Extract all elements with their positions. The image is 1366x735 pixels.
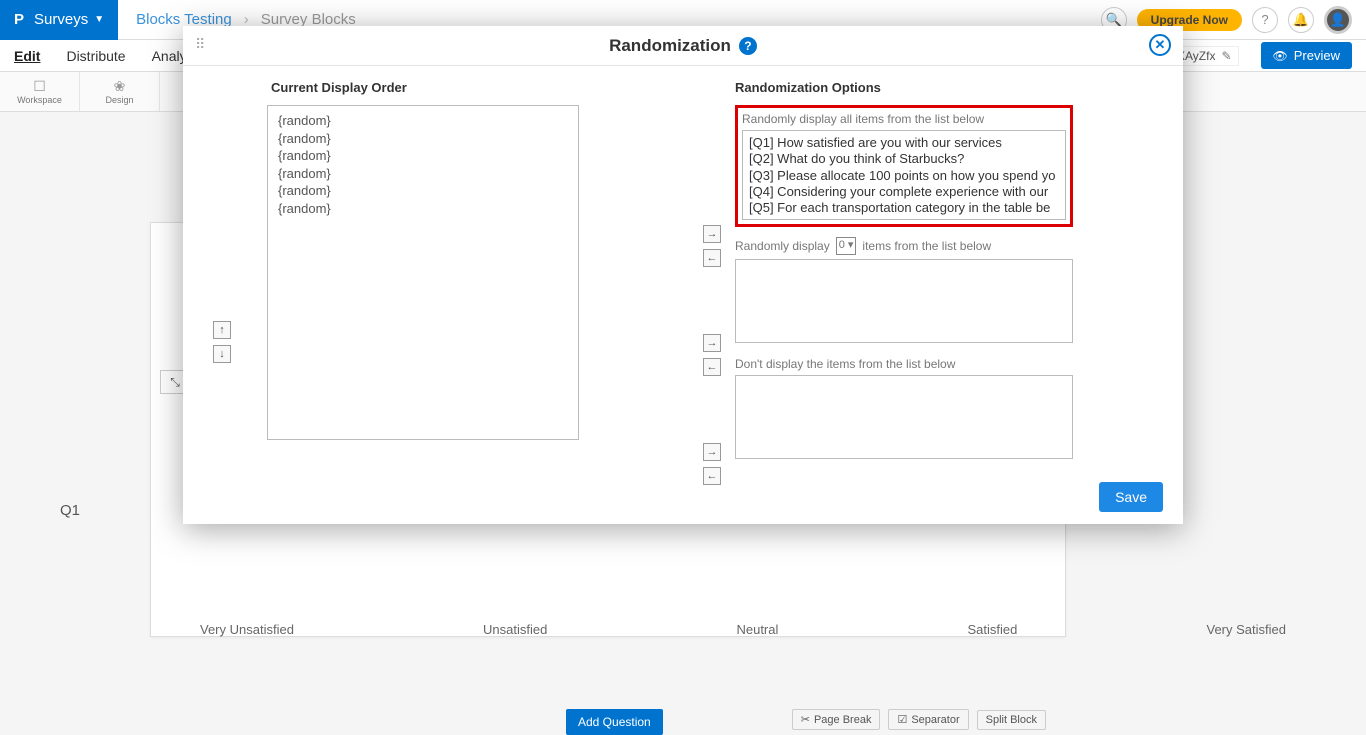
list-item[interactable]: [Q2] What do you think of Starbucks? <box>749 151 1059 167</box>
page-break-button[interactable]: ✂ Page Break <box>792 709 881 730</box>
split-block-button[interactable]: Split Block <box>977 710 1046 730</box>
list-item[interactable]: {random} <box>278 200 568 218</box>
list-item[interactable]: [Q4] Considering your complete experienc… <box>749 184 1059 200</box>
list-item[interactable]: [Q5] For each transportation category in… <box>749 200 1059 216</box>
modal-title: Randomization <box>609 36 731 56</box>
list-item[interactable]: {random} <box>278 147 568 165</box>
move-right-button[interactable]: → <box>703 443 721 461</box>
move-left-button[interactable]: ← <box>703 467 721 485</box>
save-button[interactable]: Save <box>1099 482 1163 512</box>
list-item[interactable]: {random} <box>278 182 568 200</box>
separator-button[interactable]: ☑ Separator <box>888 709 968 730</box>
add-question-button[interactable]: Add Question <box>566 709 663 735</box>
dont-display-list[interactable] <box>735 375 1073 459</box>
group2-label-post: items from the list below <box>862 239 991 253</box>
list-item[interactable]: [Q3] Please allocate 100 points on how y… <box>749 168 1059 184</box>
move-left-button[interactable]: ← <box>703 358 721 376</box>
highlighted-section: Randomly display all items from the list… <box>735 105 1073 227</box>
group3-label: Don't display the items from the list be… <box>735 357 1073 371</box>
randomize-all-list[interactable]: [Q1] How satisfied are you with our serv… <box>742 130 1066 220</box>
display-count-select[interactable]: 0 ▾ <box>836 237 857 255</box>
display-order-list[interactable]: {random} {random} {random} {random} {ran… <box>267 105 579 440</box>
list-item[interactable]: {random} <box>278 165 568 183</box>
list-item[interactable]: [Q1] How satisfied are you with our serv… <box>749 135 1059 151</box>
close-icon[interactable]: ✕ <box>1149 34 1171 56</box>
randomization-modal: ⠿ Randomization ? ✕ ↑ ↓ Current Display … <box>183 26 1183 524</box>
move-right-button[interactable]: → <box>703 334 721 352</box>
move-left-button[interactable]: ← <box>703 249 721 267</box>
move-right-button[interactable]: → <box>703 225 721 243</box>
move-down-button[interactable]: ↓ <box>213 345 231 363</box>
right-column-header: Randomization Options <box>683 80 1163 95</box>
drag-handle-icon[interactable]: ⠿ <box>195 36 207 53</box>
move-up-button[interactable]: ↑ <box>213 321 231 339</box>
help-icon[interactable]: ? <box>739 37 757 55</box>
list-item[interactable]: {random} <box>278 112 568 130</box>
left-column-header: Current Display Order <box>203 80 683 95</box>
list-item[interactable]: {random} <box>278 130 568 148</box>
group1-label: Randomly display all items from the list… <box>742 112 1066 126</box>
group2-label-pre: Randomly display <box>735 239 830 253</box>
randomize-n-list[interactable] <box>735 259 1073 343</box>
